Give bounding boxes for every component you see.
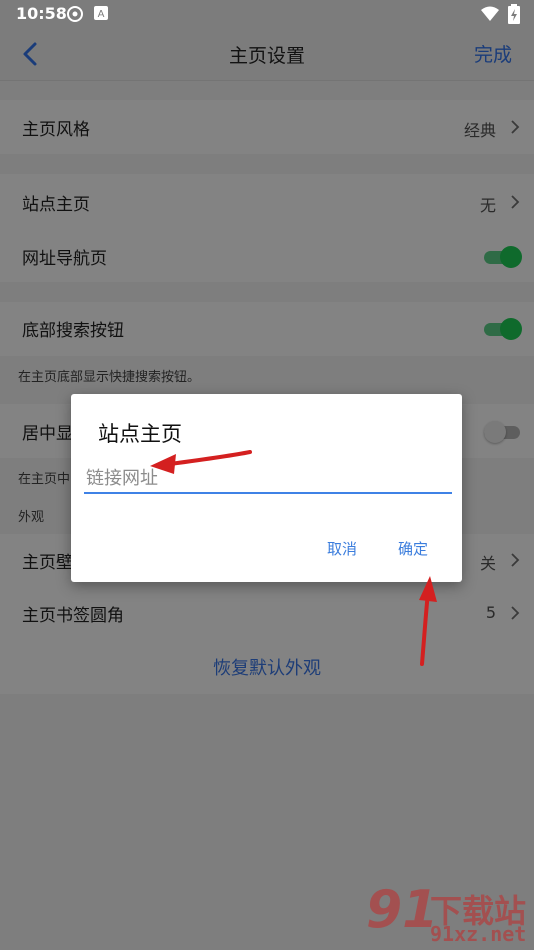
watermark-url: 91xz.net: [430, 922, 527, 946]
watermark: 91 下载站 91xz.net: [360, 880, 534, 950]
watermark-mark: 91: [366, 880, 439, 940]
arrow-to-input-icon: [150, 450, 252, 474]
annotation-arrows: [150, 450, 437, 666]
arrow-to-confirm-icon: [419, 576, 437, 666]
